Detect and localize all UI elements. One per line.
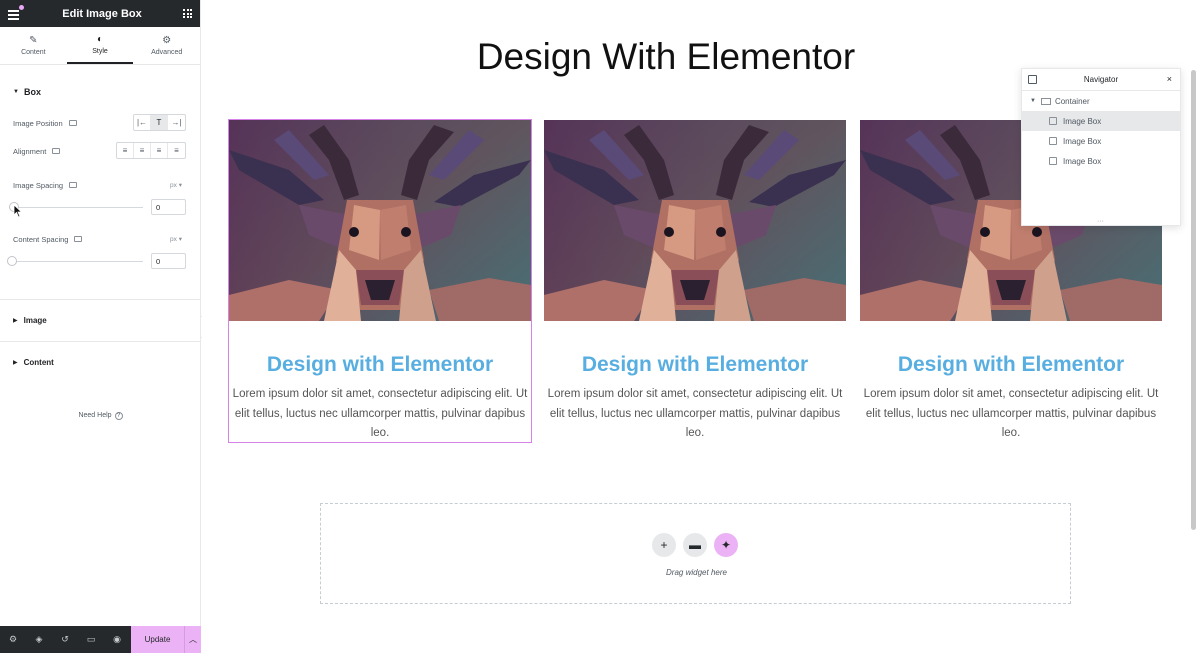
unit-selector[interactable]: px ▾ xyxy=(170,181,182,189)
position-right-button[interactable]: →| xyxy=(168,115,185,130)
section-box-header[interactable]: ▼ Box xyxy=(0,79,200,105)
desktop-icon[interactable] xyxy=(74,236,83,242)
image-box-description: Lorem ipsum dolor sit amet, consectetur … xyxy=(547,388,843,439)
image-box-widget[interactable]: Design with Elementor Lorem ipsum dolor … xyxy=(544,120,846,442)
desktop-icon[interactable] xyxy=(68,120,77,126)
resize-handle-icon[interactable]: ··· xyxy=(1097,218,1104,225)
navigator-item-image-box[interactable]: Image Box xyxy=(1022,131,1180,151)
desktop-icon[interactable] xyxy=(52,148,61,154)
pencil-icon: ✎ xyxy=(29,34,38,46)
collapse-all-icon[interactable] xyxy=(1028,75,1037,84)
layers-icon[interactable]: ◈ xyxy=(26,634,52,645)
image-box-description: Lorem ipsum dolor sit amet, consectetur … xyxy=(863,388,1159,439)
triangle-right-icon: ▶ xyxy=(13,318,18,324)
unit-selector[interactable]: px ▾ xyxy=(170,235,182,243)
navigator-item-image-box[interactable]: Image Box xyxy=(1022,151,1180,171)
image-position-label: Image Position xyxy=(13,118,63,128)
triangle-right-icon: ▶ xyxy=(13,360,18,366)
drop-zone[interactable]: + ▬ ✦ Drag widget here xyxy=(320,503,1071,604)
content-spacing-control: Content Spacing px ▾ xyxy=(0,227,200,251)
align-justify-button[interactable]: ≡ xyxy=(168,143,185,158)
image-position-choices: |← T →| xyxy=(133,114,186,131)
image-box-icon xyxy=(1049,137,1057,145)
need-help-link[interactable]: Need Help? xyxy=(0,412,201,420)
mouse-cursor-icon xyxy=(13,204,23,218)
image-spacing-label: Image Spacing xyxy=(13,180,64,190)
page-scrollbar[interactable] xyxy=(1191,70,1196,530)
align-left-button[interactable]: ≡ xyxy=(117,143,134,158)
half-circle-icon: ◐ xyxy=(96,33,104,45)
align-center-button[interactable]: ≡ xyxy=(134,143,151,158)
ai-sparkle-icon[interactable]: ✦ xyxy=(714,533,738,557)
drag-widget-hint: Drag widget here xyxy=(666,568,727,577)
add-section-plus-icon[interactable]: + xyxy=(652,533,676,557)
image-box-title: Design with Elementor xyxy=(897,353,1125,376)
panel-footer: ⚙ ◈ ↺ ▭ ◉ Update ︿ xyxy=(0,626,201,653)
alignment-control: Alignment ≡ ≡ ≡ ≡ xyxy=(0,139,200,163)
slider-track[interactable] xyxy=(13,207,143,208)
triangle-down-icon: ▼ xyxy=(13,89,19,95)
panel-title: Edit Image Box xyxy=(62,7,142,20)
section-content-header[interactable]: ▶ Content xyxy=(0,341,200,383)
image-spacing-input[interactable]: 0 xyxy=(151,199,186,215)
image-position-control: Image Position |← T →| xyxy=(0,111,200,135)
tab-content[interactable]: ✎ Content xyxy=(0,27,67,64)
image-spacing-control: Image Spacing px ▾ xyxy=(0,173,200,197)
preview-eye-icon[interactable]: ◉ xyxy=(104,634,130,645)
question-icon: ? xyxy=(114,412,123,420)
navigator-title: Navigator xyxy=(1083,75,1119,84)
slider-handle[interactable] xyxy=(7,256,17,266)
deer-image xyxy=(544,120,846,321)
navigator-panel: Navigator × ▼ Container Image Box Image B… xyxy=(1021,68,1181,226)
tab-style[interactable]: ◐ Style xyxy=(66,27,134,64)
position-left-button[interactable]: |← xyxy=(134,115,151,130)
deer-image xyxy=(229,120,531,321)
panel-header: Edit Image Box xyxy=(0,0,200,27)
alignment-choices: ≡ ≡ ≡ ≡ xyxy=(116,142,186,159)
update-button[interactable]: Update xyxy=(131,626,184,653)
section-image-header[interactable]: ▶ Image xyxy=(0,299,200,341)
navigator-header[interactable]: Navigator × xyxy=(1022,69,1180,91)
page-heading[interactable]: Design With Elementor xyxy=(202,36,1130,78)
editor-panel: Edit Image Box ✎ Content ◐ Style ⚙ Advanced… xyxy=(0,0,201,653)
slider-track[interactable] xyxy=(13,261,143,262)
chevron-up-icon[interactable]: ︿ xyxy=(184,626,201,653)
image-box-title: Design with Elementor xyxy=(581,353,809,376)
desktop-icon[interactable] xyxy=(69,182,78,188)
image-spacing-slider: 0 xyxy=(0,197,200,219)
content-spacing-slider: 0 xyxy=(0,251,200,273)
container-icon xyxy=(1040,97,1051,105)
align-right-button[interactable]: ≡ xyxy=(151,143,168,158)
content-spacing-input[interactable]: 0 xyxy=(151,253,186,269)
widgets-grid-icon[interactable] xyxy=(183,9,192,18)
image-box-icon xyxy=(1049,117,1057,125)
hamburger-menu-icon[interactable] xyxy=(8,4,24,20)
alignment-label: Alignment xyxy=(13,146,47,156)
navigator-item-container[interactable]: ▼ Container xyxy=(1022,91,1180,111)
gear-icon: ⚙ xyxy=(162,34,172,46)
history-icon[interactable]: ↺ xyxy=(52,634,78,645)
tab-advanced[interactable]: ⚙ Advanced xyxy=(133,27,200,64)
image-box-title: Design with Elementor xyxy=(266,353,494,376)
image-box-icon xyxy=(1049,157,1057,165)
close-icon[interactable]: × xyxy=(1167,74,1172,84)
panel-tabs: ✎ Content ◐ Style ⚙ Advanced xyxy=(0,27,200,65)
image-box-description: Lorem ipsum dolor sit amet, consectetur … xyxy=(232,388,528,439)
navigator-item-image-box[interactable]: Image Box xyxy=(1022,111,1180,131)
triangle-down-icon: ▼ xyxy=(1030,98,1036,104)
image-box-widget[interactable]: Design with Elementor Lorem ipsum dolor … xyxy=(228,119,532,443)
settings-icon[interactable]: ⚙ xyxy=(0,634,26,645)
position-top-button[interactable]: T xyxy=(151,115,168,130)
template-folder-icon[interactable]: ▬ xyxy=(683,533,707,557)
responsive-icon[interactable]: ▭ xyxy=(78,634,104,645)
content-spacing-label: Content Spacing xyxy=(13,234,69,244)
